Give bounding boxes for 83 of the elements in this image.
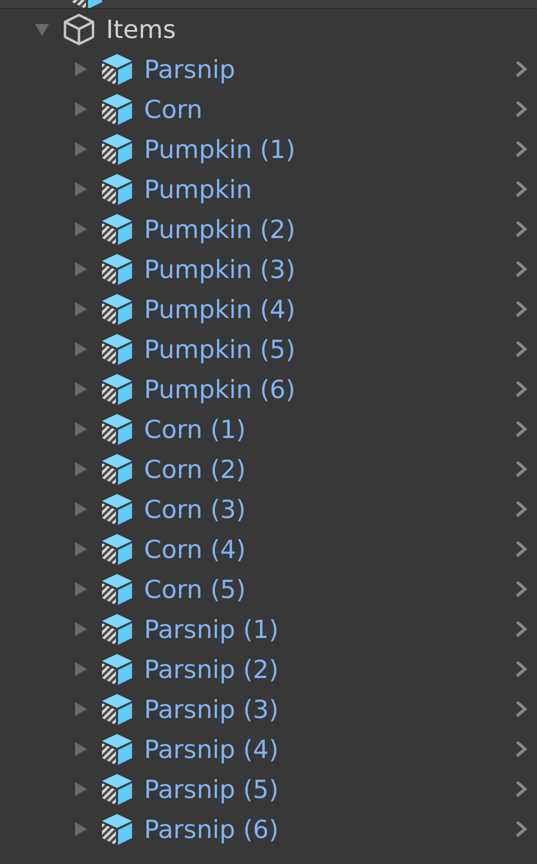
- cube-icon: [62, 12, 96, 46]
- hierarchy-item[interactable]: Parsnip (3): [144, 694, 515, 724]
- expand-toggle[interactable]: [72, 141, 88, 157]
- chevron-right-icon[interactable]: [515, 660, 527, 678]
- chevron-right-icon[interactable]: [515, 700, 527, 718]
- chevron-right-icon[interactable]: [515, 540, 527, 558]
- prefab-cube-icon: [100, 132, 134, 166]
- hierarchy-item[interactable]: Pumpkin (2): [144, 214, 515, 244]
- hierarchy-item[interactable]: Pumpkin (5): [144, 334, 515, 364]
- hierarchy-item[interactable]: Pumpkin (6): [144, 374, 515, 404]
- hierarchy-item[interactable]: Corn (5): [144, 574, 515, 604]
- prefab-cube-icon: [100, 372, 134, 406]
- prefab-cube-icon: [100, 452, 134, 486]
- hierarchy-item[interactable]: Parsnip (5): [144, 774, 515, 804]
- expand-toggle[interactable]: [72, 541, 88, 557]
- prefab-cube-icon: [100, 412, 134, 446]
- chevron-right-icon[interactable]: [515, 620, 527, 638]
- hierarchy-item[interactable]: Pumpkin (4): [144, 294, 515, 324]
- chevron-right-icon[interactable]: [515, 180, 527, 198]
- hierarchy-item[interactable]: Pumpkin: [144, 174, 515, 204]
- expand-toggle[interactable]: [72, 221, 88, 237]
- prefab-cube-icon: [100, 612, 134, 646]
- prefab-cube-icon: [100, 692, 134, 726]
- expand-toggle[interactable]: [72, 301, 88, 317]
- chevron-right-icon[interactable]: [515, 380, 527, 398]
- chevron-right-icon[interactable]: [515, 500, 527, 518]
- prefab-cube-icon: [100, 812, 134, 846]
- hierarchy-item[interactable]: Corn (3): [144, 494, 515, 524]
- prefab-cube-icon: [100, 732, 134, 766]
- chevron-right-icon[interactable]: [515, 220, 527, 238]
- expand-toggle[interactable]: [72, 741, 88, 757]
- expand-toggle[interactable]: [72, 421, 88, 437]
- chevron-right-icon[interactable]: [515, 140, 527, 158]
- expand-toggle[interactable]: [72, 581, 88, 597]
- expand-toggle[interactable]: [72, 61, 88, 77]
- expand-toggle[interactable]: [72, 701, 88, 717]
- expand-toggle[interactable]: [72, 621, 88, 637]
- chevron-right-icon[interactable]: [515, 580, 527, 598]
- chevron-right-icon[interactable]: [515, 300, 527, 318]
- hierarchy-item[interactable]: Parsnip (2): [144, 654, 515, 684]
- hierarchy-item[interactable]: Corn (1): [144, 414, 515, 444]
- chevron-right-icon[interactable]: [515, 780, 527, 798]
- hierarchy-item[interactable]: Parsnip: [144, 54, 515, 84]
- expand-toggle[interactable]: [72, 381, 88, 397]
- expand-toggle[interactable]: [72, 781, 88, 797]
- prefab-cube-icon: [100, 772, 134, 806]
- prefab-cube-icon: [100, 292, 134, 326]
- hierarchy-item[interactable]: Items: [106, 14, 527, 44]
- hierarchy-item[interactable]: Corn (2): [144, 454, 515, 484]
- prefab-cube-icon: [100, 532, 134, 566]
- hierarchy-item[interactable]: Pumpkin (3): [144, 254, 515, 284]
- chevron-right-icon[interactable]: [515, 420, 527, 438]
- expand-toggle[interactable]: [72, 261, 88, 277]
- expand-toggle[interactable]: [72, 501, 88, 517]
- chevron-right-icon[interactable]: [515, 260, 527, 278]
- prefab-cube-icon: [100, 172, 134, 206]
- prefab-cube-icon: [100, 492, 134, 526]
- chevron-right-icon[interactable]: [515, 460, 527, 478]
- hierarchy-item[interactable]: Pumpkin (1): [144, 134, 515, 164]
- chevron-right-icon[interactable]: [515, 740, 527, 758]
- expand-toggle[interactable]: [72, 461, 88, 477]
- expand-toggle[interactable]: [72, 101, 88, 117]
- expand-toggle[interactable]: [72, 661, 88, 677]
- chevron-right-icon[interactable]: [515, 100, 527, 118]
- prefab-cube-icon: [100, 332, 134, 366]
- prefab-cube-icon: [100, 252, 134, 286]
- prefab-cube-icon: [100, 212, 134, 246]
- prefab-cube-icon: [100, 92, 134, 126]
- chevron-right-icon[interactable]: [515, 340, 527, 358]
- prefab-cube-icon: [100, 652, 134, 686]
- hierarchy-item[interactable]: Corn: [144, 94, 515, 124]
- expand-toggle[interactable]: [72, 821, 88, 837]
- chevron-right-icon[interactable]: [515, 820, 527, 838]
- prefab-cube-icon: [100, 52, 134, 86]
- chevron-right-icon[interactable]: [515, 60, 527, 78]
- prefab-cube-icon: [100, 572, 134, 606]
- hierarchy-item[interactable]: Parsnip (1): [144, 614, 515, 644]
- expand-toggle[interactable]: [72, 341, 88, 357]
- collapse-toggle[interactable]: [34, 21, 50, 37]
- hierarchy-item[interactable]: Parsnip (4): [144, 734, 515, 764]
- hierarchy-item[interactable]: Parsnip (6): [144, 814, 515, 844]
- hierarchy-item[interactable]: Corn (4): [144, 534, 515, 564]
- expand-toggle[interactable]: [72, 181, 88, 197]
